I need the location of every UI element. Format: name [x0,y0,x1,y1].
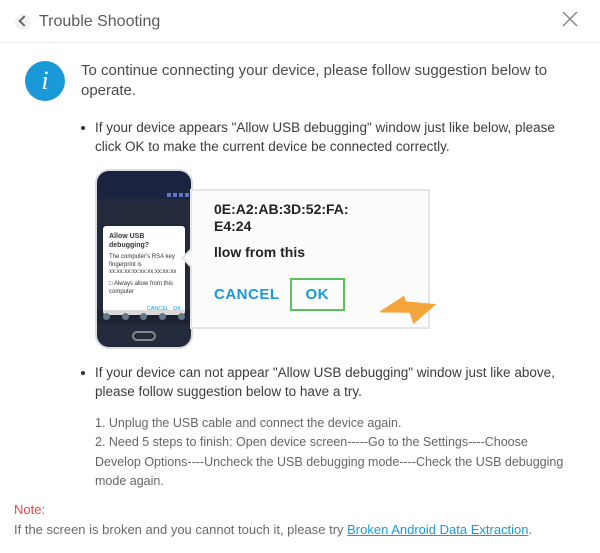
tip-1-text: If your device appears "Allow USB debugg… [95,118,575,157]
lead-text: To continue connecting your device, plea… [81,61,575,102]
phone-mockup: Allow USB debugging? The computer's RSA … [95,169,193,349]
note: Note: If the screen is broken and you ca… [14,500,586,539]
tip-1: If your device appears "Allow USB debugg… [81,118,575,157]
step-1: 1. Unplug the USB cable and connect the … [95,414,575,433]
dialog-cancel-button: CANCEL [214,286,280,303]
zoom-callout: 0E:A2:AB:3D:52:FA: E4:24 llow from this … [190,189,430,329]
broken-android-link[interactable]: Broken Android Data Extraction [347,522,528,537]
tip-2: If your device can not appear "Allow USB… [81,363,575,402]
dialog-ok-button: OK [290,278,346,311]
phone-usb-dialog: Allow USB debugging? The computer's RSA … [103,226,185,315]
titlebar: Trouble Shooting [0,0,600,43]
dialog-title: Trouble Shooting [39,13,160,31]
info-icon: i [25,61,65,101]
close-icon [561,10,579,28]
close-button[interactable] [561,10,585,34]
title-left: Trouble Shooting [15,13,160,31]
step-2: 2. Need 5 steps to finish: Open device s… [95,433,575,491]
bullet-icon [81,371,85,375]
tip-2-text: If your device can not appear "Allow USB… [95,363,575,402]
back-icon [15,14,31,30]
note-label: Note: [14,502,45,517]
note-text: If the screen is broken and you cannot t… [14,522,347,537]
arrow-icon [380,295,438,333]
tip-2-steps: 1. Unplug the USB cable and connect the … [95,414,575,492]
bullet-icon [81,126,85,130]
illustration: Allow USB debugging? The computer's RSA … [95,169,575,349]
content: i To continue connecting your device, pl… [0,43,600,491]
